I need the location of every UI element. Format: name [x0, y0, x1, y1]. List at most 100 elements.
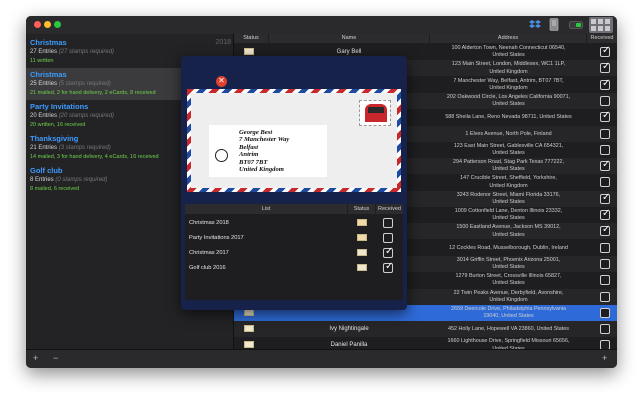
column-header-name[interactable]: Name — [269, 34, 429, 43]
recipient-address: 12 Cockles Road, Musselborough, Dublin, … — [449, 244, 568, 251]
received-checkbox[interactable] — [600, 128, 610, 139]
address-label: George Best 7 Manchester Way Belfast Ant… — [209, 125, 327, 177]
recipient-address: 123 Main Street, London, Middlesex, WC1 … — [451, 61, 566, 75]
received-checkbox[interactable] — [383, 233, 393, 243]
stamp-icon — [359, 100, 391, 126]
column-header-address[interactable]: Address — [430, 34, 586, 43]
close-popover-icon[interactable]: ✕ — [216, 76, 227, 87]
recipient-address: 588 Sheila Lane, Reno Nevada 98711, Unit… — [445, 114, 572, 121]
recipient-name: Ivy Nightingale — [329, 326, 369, 333]
received-checkbox[interactable] — [600, 177, 610, 188]
recipient-name: Daniel Panilla — [330, 342, 368, 349]
recipient-address: 22 Twin Peaks Avenue, Derbyfield, Avonsh… — [453, 289, 564, 303]
list-name: Christmas 2018 — [189, 220, 229, 226]
received-checkbox[interactable] — [600, 192, 610, 204]
envelope-status-icon — [244, 325, 254, 333]
recipient-address: 202 Oakwood Circle, Los Angeles Californ… — [446, 93, 571, 108]
received-checkbox[interactable] — [383, 246, 393, 258]
column-header-received[interactable]: Received — [376, 204, 403, 214]
received-checkbox[interactable] — [600, 258, 610, 269]
recipient-address: 100 Alderton Town, Neenah Connecticut 06… — [451, 45, 566, 59]
envelope-status-icon — [244, 341, 254, 349]
recipient-address: 7 Manchester Way, Belfast, Antrim, BT07 … — [453, 77, 564, 91]
list-title: Thanksgiving — [30, 134, 79, 143]
column-header-status[interactable]: Status — [348, 204, 375, 214]
contacts-book-icon[interactable] — [549, 18, 559, 31]
toggle-icon[interactable] — [569, 21, 583, 29]
zoom-window-icon[interactable] — [54, 21, 61, 28]
received-checkbox[interactable] — [600, 45, 610, 57]
add-list-button[interactable]: + — [33, 353, 38, 363]
envelope-body: George Best 7 Manchester Way Belfast Ant… — [191, 93, 397, 188]
list-name: Christmas 2017 — [189, 250, 229, 256]
table-row[interactable]: Ivy Nightingale 452 Holly Lane, Hopewell … — [234, 321, 617, 338]
list-title: Christmas — [30, 38, 67, 47]
received-checkbox[interactable] — [600, 275, 610, 286]
received-checkbox[interactable] — [600, 144, 610, 155]
column-header-status[interactable]: Status — [234, 34, 268, 43]
list-entries: 27 Entries (27 stamps required) — [30, 49, 115, 55]
dropbox-icon[interactable] — [529, 19, 541, 30]
list-name: Party Invitations 2017 — [189, 235, 244, 241]
received-checkbox[interactable] — [600, 224, 610, 237]
grid-view-icon[interactable] — [589, 17, 613, 33]
list-entries: 21 Entries (3 stamps required) — [30, 145, 111, 151]
recipient-address: 3014 Griffin Street, Phoenix Arizona 250… — [456, 256, 561, 271]
address-lines: George Best 7 Manchester Way Belfast Ant… — [239, 129, 290, 174]
recipient-address: 294 Patterson Road, Stag Park Texas 7772… — [452, 159, 565, 173]
recipient-address: 123 East Main Street, Gablesville CA 654… — [453, 142, 564, 156]
recipient-address: 3243 Rodenor Street, Miami Florida 33176… — [456, 191, 561, 205]
received-checkbox[interactable] — [600, 78, 610, 90]
received-checkbox[interactable] — [600, 95, 610, 106]
received-checkbox[interactable] — [383, 218, 393, 228]
list-row[interactable]: Golf club 2016 — [185, 261, 403, 275]
list-row[interactable]: Christmas 2018 — [185, 216, 403, 230]
received-checkbox[interactable] — [600, 159, 610, 172]
envelope-status-icon — [357, 249, 367, 256]
list-entries: 25 Entries (5 stamps required) — [30, 81, 111, 87]
recipient-address: 2659 Deercole Drive, Philadelphia Pennsy… — [450, 305, 567, 319]
list-status: 21 mailed, 2 for hand delivery, 2 eCards… — [30, 90, 156, 96]
recipient-address: 1500 Eastland Avenue, Jackson MS 39012, U… — [456, 224, 561, 238]
list-entries: 8 Entries (0 stamps required) — [30, 177, 108, 183]
column-header-received[interactable]: Received — [587, 34, 617, 43]
received-checkbox[interactable] — [383, 261, 393, 273]
column-header-list[interactable]: List — [185, 204, 347, 214]
bottom-bar: + − + — [26, 349, 617, 368]
list-year: 2018 — [215, 39, 231, 46]
list-status: 8 mailed, 6 received — [30, 186, 80, 192]
add-recipient-button[interactable]: + — [602, 353, 607, 363]
recipient-address: 147 Crucible Street, Sheffield, Yorkshir… — [460, 175, 557, 189]
postbox-icon — [365, 104, 387, 122]
list-row[interactable]: Christmas 2017 — [185, 246, 403, 260]
list-status: 14 mailed, 3 for hand delivery, 4 eCards… — [30, 154, 159, 160]
close-window-icon[interactable] — [34, 21, 41, 28]
list-row[interactable]: Party Invitations 2017 — [185, 231, 403, 245]
title-bar — [26, 16, 617, 34]
list-title: Golf club — [30, 166, 63, 175]
minimize-window-icon[interactable] — [44, 21, 51, 28]
recipient-address: 1 Elves Avenue, North Pole, Finland — [465, 130, 552, 137]
remove-list-button[interactable]: − — [53, 353, 58, 363]
received-checkbox[interactable] — [600, 291, 610, 302]
recipient-detail-popover: George Best 7 Manchester Way Belfast Ant… — [181, 56, 407, 310]
envelope-status-icon — [357, 219, 367, 226]
list-title: Party Invitations — [30, 102, 89, 111]
received-checkbox[interactable] — [600, 307, 610, 318]
recipient-address: 1279 Burton Street, Crossville Illinois … — [455, 273, 562, 287]
list-entries: 20 Entries (20 stamps required) — [30, 113, 115, 119]
received-checkbox[interactable] — [600, 242, 610, 253]
list-name: Golf club 2016 — [189, 265, 226, 271]
envelope-status-icon — [357, 234, 367, 241]
received-checkbox[interactable] — [600, 324, 610, 335]
envelope-status-icon — [357, 264, 367, 271]
envelope-preview: George Best 7 Manchester Way Belfast Ant… — [187, 89, 401, 192]
envelope-status-icon — [244, 48, 254, 55]
list-title: Christmas — [30, 70, 67, 79]
list-status: 20 written, 16 received — [30, 122, 86, 128]
recipient-address: 1009 Cottonfield Lane, Denton Illinois 2… — [454, 208, 563, 222]
soccer-ball-icon — [215, 149, 228, 162]
received-checkbox[interactable] — [600, 61, 610, 74]
received-checkbox[interactable] — [600, 110, 610, 123]
received-checkbox[interactable] — [600, 208, 610, 220]
